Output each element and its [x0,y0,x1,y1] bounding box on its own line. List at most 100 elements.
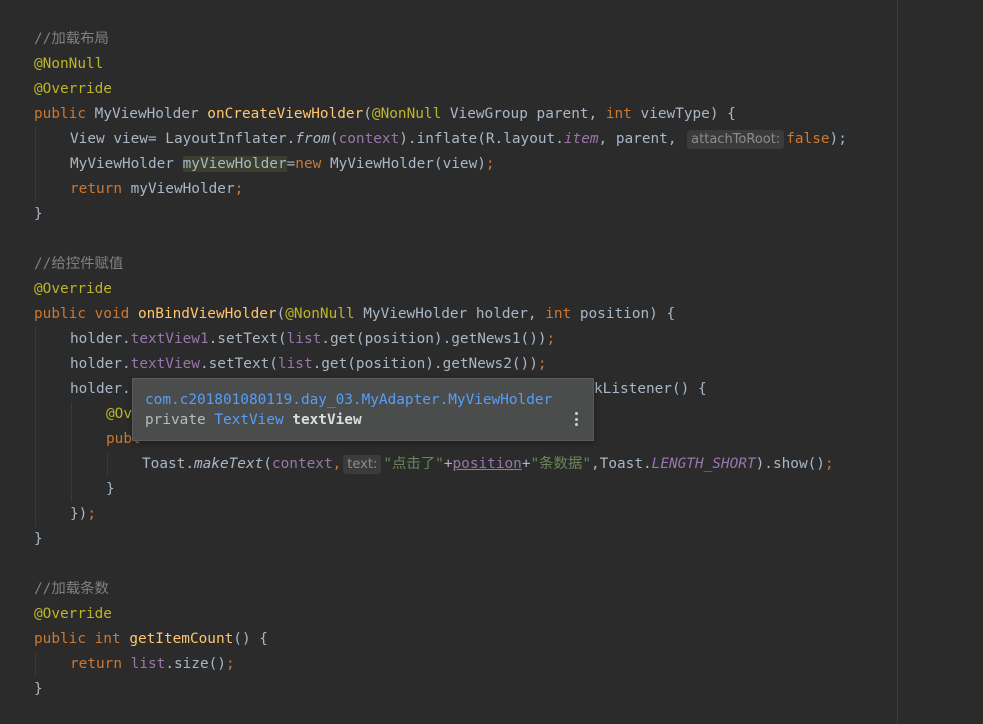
code-token: return [70,181,122,197]
code-token: position) { [571,306,676,322]
indent-guide [35,127,36,202]
code-token: .setText( [208,331,287,347]
code-annotation: @Ov [106,406,132,422]
code-token: Toast. [142,456,194,472]
code-token: ).inflate(R.layout. [399,131,564,147]
code-comment: //给控件赋值 [34,256,124,272]
code-token: () { [233,631,268,647]
code-token: MyViewHolder holder, [354,306,546,322]
code-token: textView [130,356,200,372]
class-fqn-link[interactable]: com.c201801080119.day_03.MyAdapter.MyVie… [145,390,552,410]
code-editor[interactable]: //加载布局 @NonNull @Override public MyViewH… [0,0,983,724]
code-token: context [338,131,400,147]
code-token: = [286,156,296,172]
modifier: private [145,412,215,428]
code-line: holder. [70,381,131,397]
code-token: int [605,106,632,122]
code-token: holder. [70,331,131,347]
code-line: public int getItemCount() { [34,627,268,652]
code-line: Toast.makeText(context, text: "点击了"+positi… [142,452,834,477]
code-line: } [34,531,43,547]
code-line: public void onBindViewHolder(@NonNull My… [34,302,675,327]
code-line-tail: kListener() { [594,381,707,397]
code-token: .get(position).getNews1()) [321,331,547,347]
code-token: textView1 [130,331,209,347]
quick-doc-popup[interactable]: com.c201801080119.day_03.MyAdapter.MyVie… [132,378,594,441]
code-token: false [786,131,830,147]
code-annotation: @Override [34,606,112,622]
code-token: LENGTH_SHORT [651,456,756,472]
code-token: ( [263,456,272,472]
code-line: holder.textView.setText(list.get(positio… [70,352,547,377]
code-line: } [34,681,43,697]
code-token: "条数据" [530,456,592,472]
code-token: ( [329,131,339,147]
right-margin-guide [897,0,898,724]
code-token: MyViewHolder(view) [321,156,486,172]
code-token: makeText [193,456,264,472]
code-token: .get(position).getNews2()) [312,356,538,372]
code-token: int [545,306,572,322]
code-token: new [295,156,322,172]
code-annotation: @Override [34,281,112,297]
code-token: MyViewHolder [70,156,183,172]
code-token: ; [234,181,244,197]
code-token: context [271,456,333,472]
code-token: list [286,331,322,347]
parameter-hint: attachToRoot: [687,130,785,149]
indent-guide [71,402,72,502]
code-token: .size() [165,656,226,672]
code-annotation: @Override [34,81,112,97]
code-token: myViewHolder [121,181,235,197]
indent-guide [35,327,36,527]
code-token: , parent, [598,131,686,147]
code-token: ,Toast. [591,456,652,472]
code-token: position [452,456,522,472]
field-name: textView [292,412,362,428]
code-token: list [277,356,313,372]
code-line: return myViewHolder; [70,177,243,202]
code-token: public [34,106,95,122]
code-token: MyViewHolder [94,106,208,122]
field-signature: private TextView textView [145,410,362,430]
indent-guide [107,452,108,477]
code-token: item [563,131,599,147]
code-token: viewType) { [631,106,736,122]
indent-guide [35,652,36,677]
code-token: ; [87,506,96,522]
code-token: .setText( [199,356,278,372]
code-line: public MyViewHolder onCreateViewHolder(@… [34,102,736,127]
code-token: ; [546,331,556,347]
code-annotation: @NonNull [34,56,104,72]
code-token: ).show() [755,456,825,472]
code-token: ; [485,156,495,172]
code-token: ; [225,656,235,672]
code-token: onCreateViewHolder [207,106,364,122]
code-token: getItemCount [129,631,234,647]
code-comment: //加载条数 [34,581,109,597]
code-token: ); [829,131,847,147]
code-line: View view= LayoutInflater.from(context).… [70,127,847,152]
code-comment: //加载布局 [34,31,109,47]
code-line: } [34,206,43,222]
code-token: ; [824,456,834,472]
code-token: View view= LayoutInflater. [70,131,296,147]
parameter-hint: text: [343,455,382,474]
code-line: return list.size(); [70,652,235,677]
code-token: public int [34,631,130,647]
code-token: + [521,456,531,472]
code-token: , [332,456,342,472]
code-line: }); [70,502,96,527]
code-token: public void [34,306,138,322]
code-token: ( [276,306,286,322]
type-link[interactable]: TextView [214,412,283,428]
code-line: holder.textView1.setText(list.get(positi… [70,327,555,352]
code-token: list [130,656,166,672]
more-vertical-icon[interactable] [575,412,579,428]
code-token: return [70,656,131,672]
code-token: from [295,131,330,147]
code-token: @NonNull [371,106,442,122]
code-token: onBindViewHolder [137,306,277,322]
code-line: } [106,481,115,497]
code-token: }) [70,506,88,522]
